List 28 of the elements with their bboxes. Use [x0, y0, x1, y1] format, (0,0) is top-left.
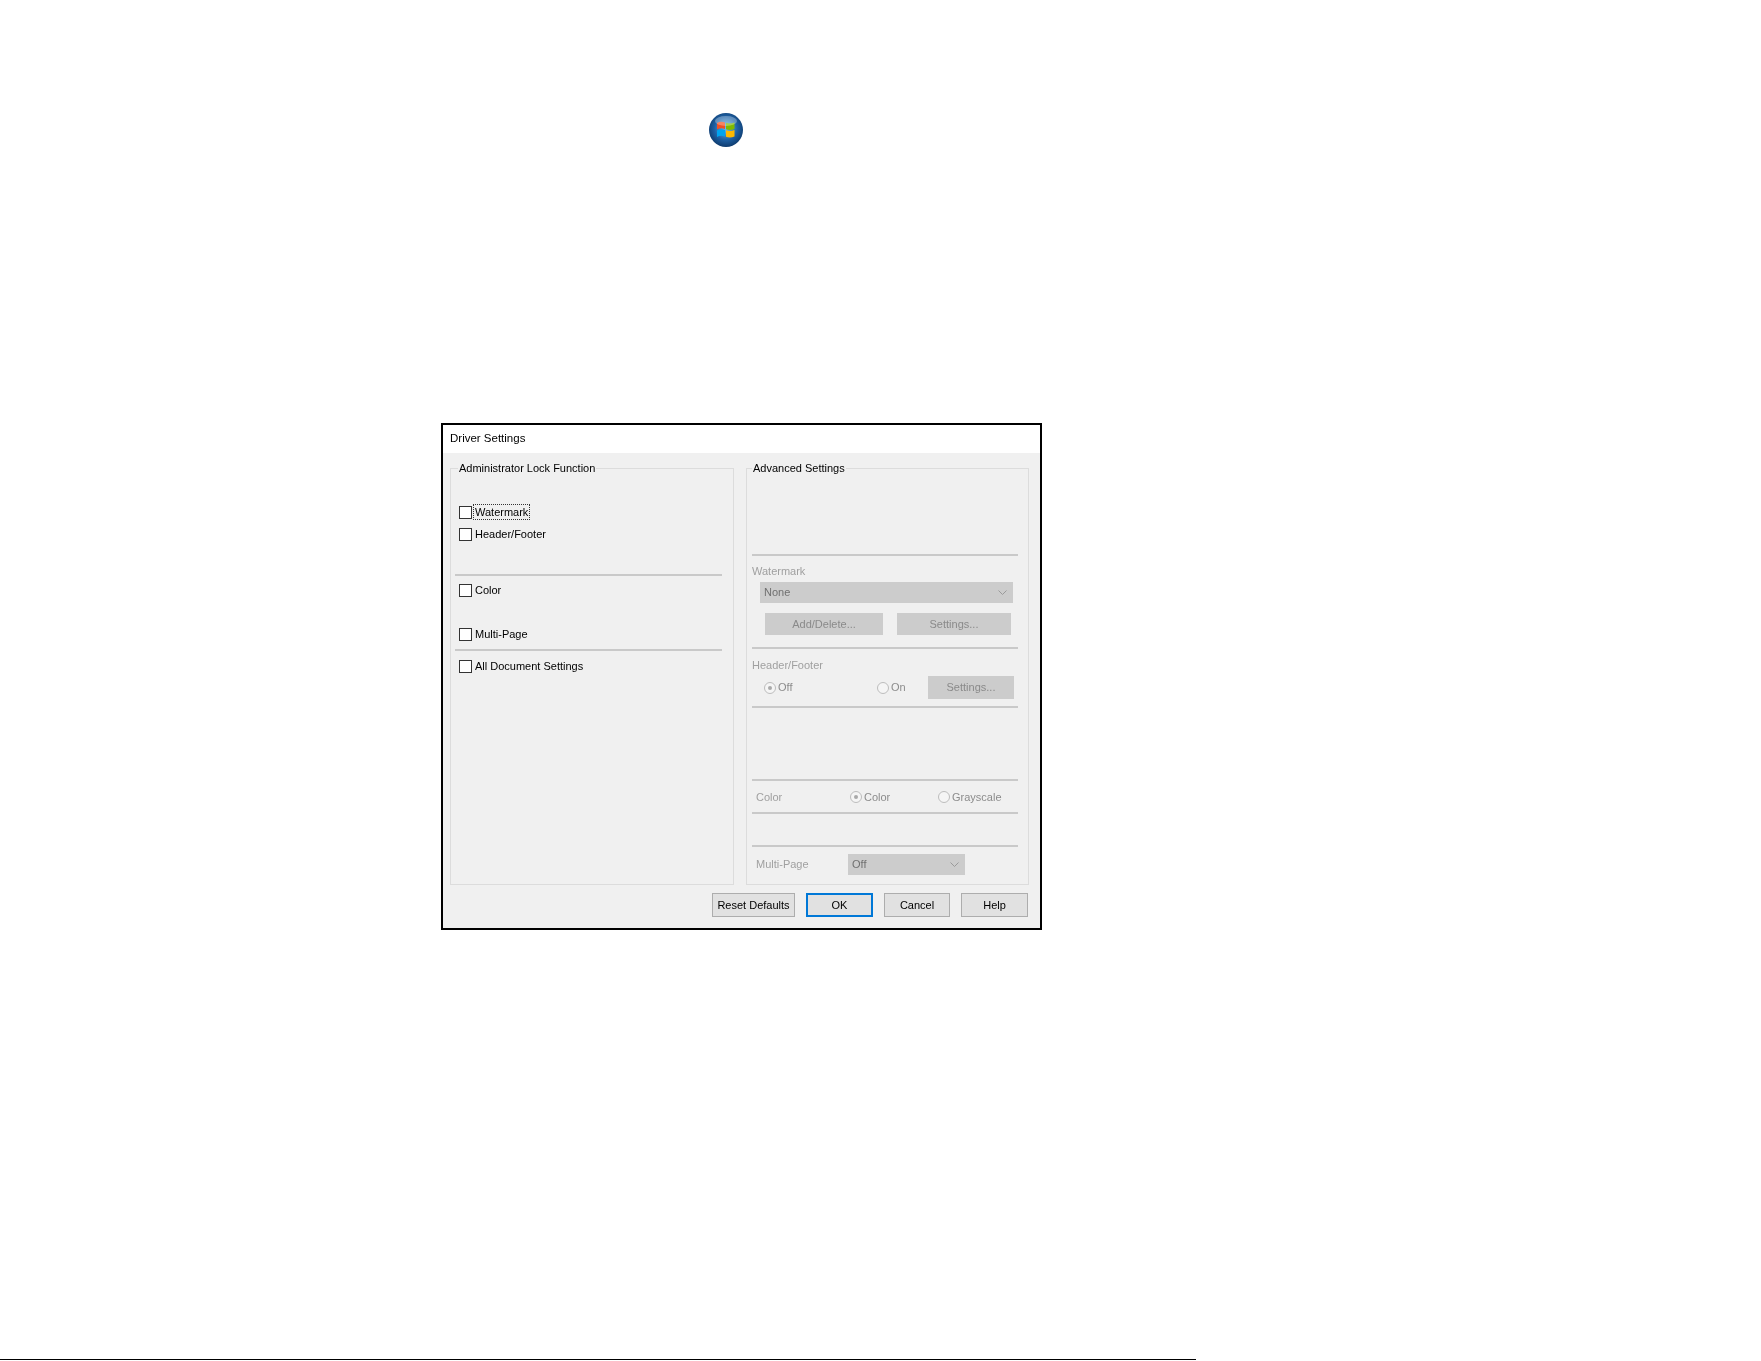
radio-label: Color: [864, 789, 891, 805]
dialog-title: Driver Settings: [450, 431, 526, 447]
row-label: Multi-Page: [756, 857, 810, 873]
dialog-button[interactable]: Reset Defaults: [712, 893, 795, 917]
checkbox[interactable]: [459, 505, 472, 519]
radio-label: Off: [778, 680, 793, 696]
chevron-down-icon: [998, 590, 1007, 595]
group-title: Advanced Settings: [752, 461, 846, 475]
checkbox-label: Header/Footer: [474, 527, 547, 542]
checkbox[interactable]: [459, 583, 472, 597]
section-label: Header/Footer: [752, 658, 824, 672]
dialog-button[interactable]: OK: [806, 893, 873, 917]
dialog-button[interactable]: Cancel: [884, 893, 950, 917]
checkbox-label: All Document Settings: [474, 659, 585, 674]
checkbox-label: Watermark: [473, 504, 531, 520]
checkbox[interactable]: [459, 659, 472, 673]
dialog-button[interactable]: Help: [961, 893, 1028, 917]
flag-orb-icon: [709, 113, 743, 147]
checkbox[interactable]: [459, 527, 472, 541]
group-title: Administrator Lock Function: [458, 461, 597, 475]
radio-label: Grayscale: [952, 789, 1002, 805]
chevron-down-icon: [950, 862, 959, 867]
row-label: Color: [756, 789, 784, 805]
checkbox-label: Multi-Page: [474, 627, 529, 642]
checkbox[interactable]: [459, 627, 472, 641]
section-label: Watermark: [752, 564, 807, 578]
checkbox-label: Color: [474, 583, 503, 598]
radio-label: On: [891, 680, 906, 696]
